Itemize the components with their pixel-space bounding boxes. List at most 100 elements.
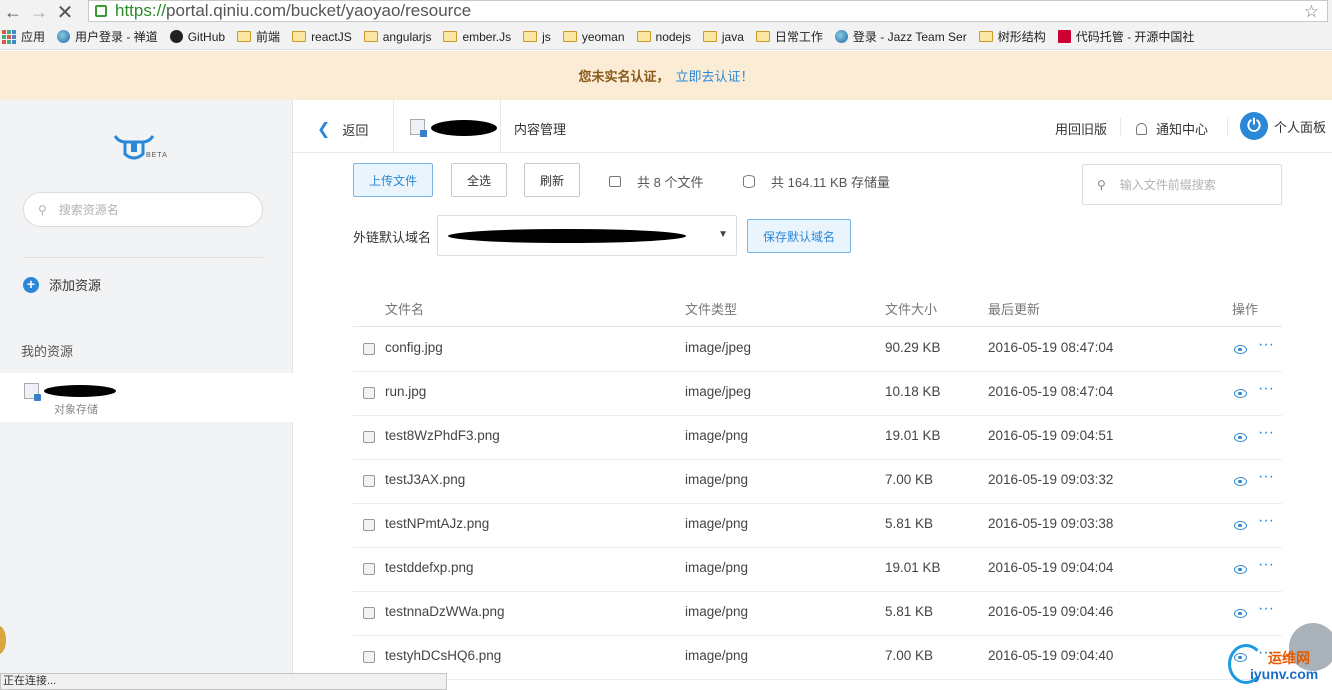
save-default-domain-button[interactable]: 保存默认域名 (747, 219, 851, 253)
folder-icon (443, 31, 458, 42)
eye-icon[interactable] (1234, 345, 1247, 354)
table-row[interactable]: testddefxp.png image/png 19.01 KB 2016-05-1… (353, 548, 1282, 592)
back-button[interactable]: ❮ 返回 (317, 119, 368, 139)
folder-icon (363, 31, 378, 42)
row-checkbox[interactable] (363, 475, 375, 487)
file-name[interactable]: testyhDCsHQ6.png (385, 648, 501, 663)
row-checkbox[interactable] (363, 387, 375, 399)
resource-search-input[interactable]: ⚲ 搜索资源名 (23, 192, 263, 227)
sidebar-item-bucket[interactable]: 对象存储 (0, 373, 293, 422)
redacted-bucket-name (44, 385, 116, 397)
sidebar: BETA ⚲ 搜索资源名 + 添加资源 我的资源 对象存储 (0, 100, 293, 690)
profile-panel-button[interactable]: ⏻ 个人面板 (1240, 112, 1326, 140)
file-updated: 2016-05-19 09:04:04 (988, 560, 1114, 575)
verify-link[interactable]: 立即去认证！ (676, 66, 754, 85)
table-row[interactable]: test8WzPhdF3.png image/png 19.01 KB 2016-05… (353, 416, 1282, 460)
file-size: 19.01 KB (885, 428, 941, 443)
table-row[interactable]: config.jpg image/jpeg 90.29 KB 2016-05-19 0… (353, 328, 1282, 372)
bookmark-item[interactable]: reactJS (292, 30, 352, 44)
bookmark-item[interactable]: java (702, 30, 744, 44)
bookmark-label: angularjs (382, 29, 432, 44)
row-checkbox[interactable] (363, 343, 375, 355)
notification-center-button[interactable]: 通知中心 (1136, 119, 1208, 138)
bookmark-star-icon[interactable]: ☆ (1304, 2, 1319, 22)
file-name[interactable]: testJ3AX.png (385, 472, 465, 487)
table-row[interactable]: testyhDCsHQ6.png image/png 7.00 KB 2016-05-… (353, 636, 1282, 680)
back-arrow-icon[interactable]: ← (0, 1, 26, 23)
address-bar[interactable]: https:// portal.qiniu.com /bucket/yaoyao… (88, 0, 1328, 22)
bookmark-item[interactable]: nodejs (636, 30, 691, 44)
bookmark-item[interactable]: angularjs (363, 29, 432, 44)
column-header-name[interactable]: 文件名 (385, 299, 424, 318)
eye-icon[interactable] (1234, 565, 1247, 574)
more-icon[interactable]: ··· (1258, 512, 1274, 530)
bookmark-item[interactable]: GitHub (169, 29, 226, 44)
more-icon[interactable]: ··· (1258, 556, 1274, 574)
stop-loading-icon[interactable]: ✕ (52, 1, 78, 24)
forward-arrow-icon[interactable]: → (26, 1, 52, 23)
file-type: image/png (685, 604, 749, 619)
row-checkbox[interactable] (363, 607, 375, 619)
select-all-button[interactable]: 全选 (451, 163, 507, 197)
file-name[interactable]: config.jpg (385, 340, 443, 355)
bookmark-item[interactable]: ember.Js (443, 30, 511, 44)
bookmark-label: js (542, 29, 551, 44)
globe-icon (57, 30, 71, 43)
bookmark-item[interactable]: 登录 - Jazz Team Ser (834, 28, 967, 45)
site-watermark: 运维网 iyunv.com (1228, 640, 1332, 690)
eye-icon[interactable] (1234, 477, 1247, 486)
row-checkbox[interactable] (363, 519, 375, 531)
bookmark-item[interactable]: 应用 (2, 28, 45, 45)
file-type: image/png (685, 648, 749, 663)
file-type: image/png (685, 516, 749, 531)
eye-icon[interactable] (1234, 521, 1247, 530)
notification-label: 通知中心 (1156, 122, 1209, 137)
more-icon[interactable]: ··· (1258, 424, 1274, 442)
bookmark-item[interactable]: 日常工作 (755, 28, 823, 45)
eye-icon[interactable] (1234, 609, 1247, 618)
file-prefix-search-input[interactable]: ⚲ 输入文件前缀搜索 (1082, 164, 1282, 205)
file-name[interactable]: testnnaDzWWa.png (385, 604, 505, 619)
bookmark-item[interactable]: 前端 (237, 28, 280, 45)
row-checkbox[interactable] (363, 651, 375, 663)
bookmark-item[interactable]: js (523, 30, 551, 44)
file-name[interactable]: testNPmtAJz.png (385, 516, 489, 531)
bookmark-item[interactable]: 用户登录 - 禅道 (57, 28, 158, 45)
eye-icon[interactable] (1234, 389, 1247, 398)
default-domain-select[interactable]: ▼ (437, 215, 737, 256)
row-checkbox[interactable] (363, 563, 375, 575)
file-updated: 2016-05-19 08:47:04 (988, 340, 1114, 355)
file-size: 5.81 KB (885, 516, 934, 531)
file-search-placeholder: 输入文件前缀搜索 (1119, 178, 1216, 192)
table-row[interactable]: run.jpg image/jpeg 10.18 KB 2016-05-19 08:4… (353, 372, 1282, 416)
url-scheme: https:// (115, 1, 167, 20)
bookmark-item[interactable]: 树形结构 (978, 28, 1046, 45)
file-type: image/png (685, 472, 749, 487)
more-icon[interactable]: ··· (1258, 380, 1274, 398)
row-checkbox[interactable] (363, 431, 375, 443)
file-name[interactable]: test8WzPhdF3.png (385, 428, 500, 443)
more-icon[interactable]: ··· (1258, 336, 1274, 354)
column-header-size[interactable]: 文件大小 (885, 299, 937, 318)
add-resource-button[interactable]: + 添加资源 (23, 275, 101, 294)
column-header-actions: 操作 (1232, 302, 1259, 317)
table-row[interactable]: testJ3AX.png image/png 7.00 KB 2016-05-19 0… (353, 460, 1282, 504)
bookmark-item[interactable]: yeoman (562, 30, 625, 44)
file-type: image/png (685, 428, 749, 443)
refresh-button[interactable]: 刷新 (524, 163, 580, 197)
column-header-type[interactable]: 文件类型 (685, 299, 737, 318)
lock-icon (95, 5, 107, 17)
more-icon[interactable]: ··· (1258, 600, 1274, 618)
table-row[interactable]: testnnaDzWWa.png image/png 5.81 KB 2016-05-… (353, 592, 1282, 636)
more-icon[interactable]: ··· (1258, 468, 1274, 486)
eye-icon[interactable] (1234, 433, 1247, 442)
upload-file-button[interactable]: 上传文件 (353, 163, 433, 197)
file-updated: 2016-05-19 09:03:32 (988, 472, 1114, 487)
column-header-updated[interactable]: 最后更新 (988, 299, 1040, 318)
bookmark-item[interactable]: 代码托管 - 开源中国社 (1057, 28, 1194, 45)
file-name[interactable]: run.jpg (385, 384, 426, 399)
table-row[interactable]: testNPmtAJz.png image/png 5.81 KB 2016-05-1… (353, 504, 1282, 548)
bookmark-label: GitHub (187, 29, 226, 44)
old-version-link[interactable]: 用回旧版 (1055, 119, 1107, 138)
file-name[interactable]: testddefxp.png (385, 560, 474, 575)
